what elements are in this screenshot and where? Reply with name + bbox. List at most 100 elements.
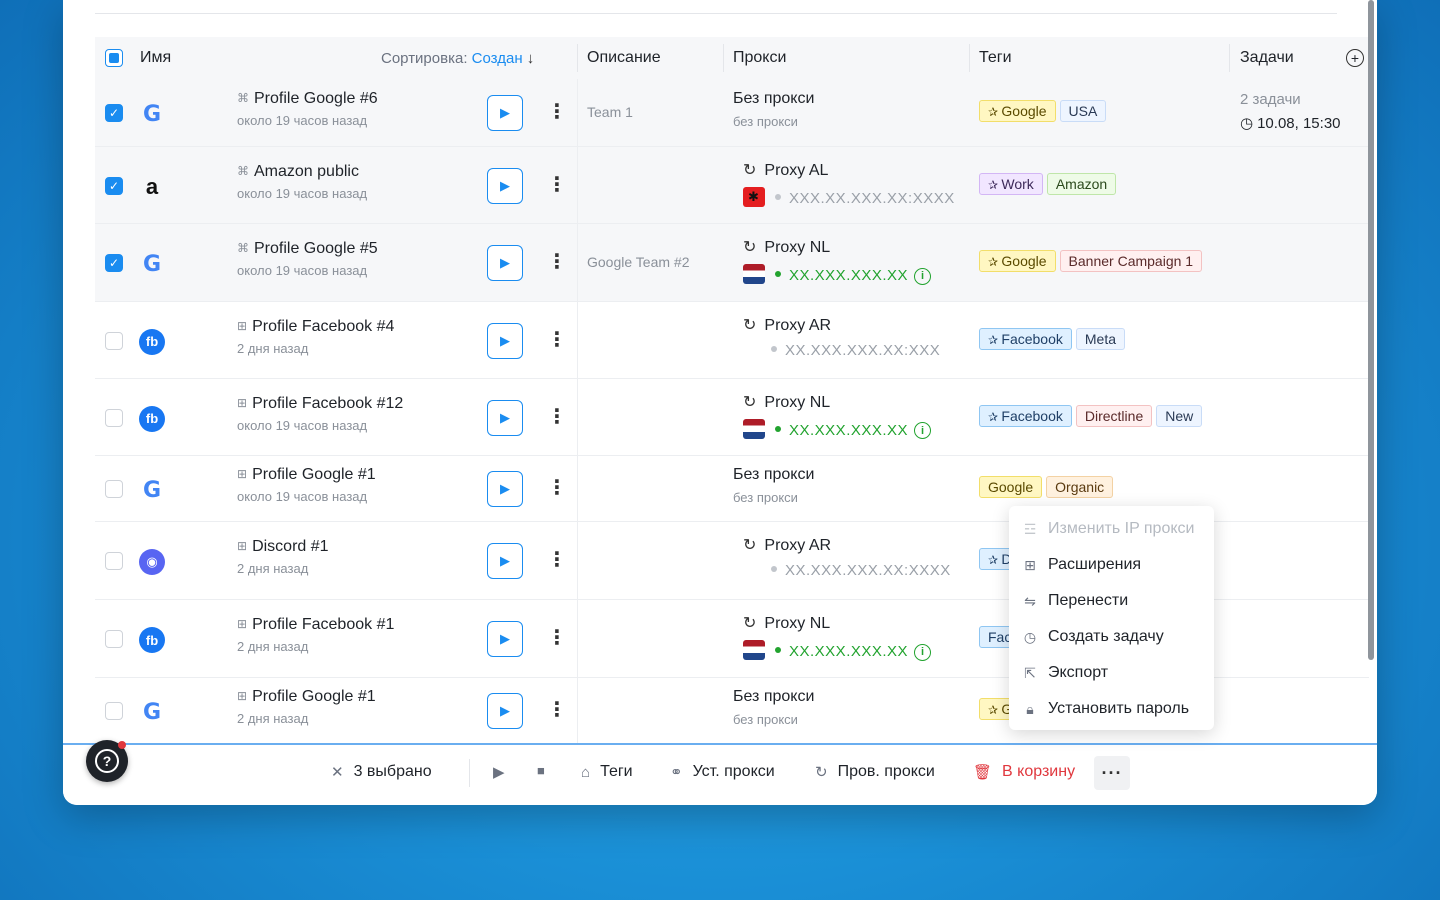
proxy-cell[interactable]: ↻ Proxy AR XX.XXX.XXX.XX:XXXX <box>743 535 951 580</box>
sort-value[interactable]: Создан <box>472 50 523 67</box>
proxy-cell[interactable]: ↻ Proxy AL XXX.XX.XXX.XX:XXXX <box>743 160 955 208</box>
refresh-icon[interactable]: ↻ <box>743 615 756 632</box>
table-row[interactable]: ✓ G ⌘ Profile Google #6 около 19 часов наз… <box>95 79 1369 147</box>
start-profile-button[interactable]: ▶ <box>487 95 523 131</box>
refresh-icon[interactable]: ↻ <box>743 317 756 334</box>
row-menu-icon[interactable]: ⋮ <box>547 628 567 648</box>
menu-item-transfer[interactable]: ⇋ Перенести <box>1009 583 1214 619</box>
table-row[interactable]: ✓ a ⌘ Amazon public около 19 часов назад ▶ ⋮… <box>95 147 1369 224</box>
profile-name[interactable]: Profile Google #1 <box>252 688 376 705</box>
more-actions-button[interactable]: ··· <box>1094 756 1130 790</box>
tasks-cell[interactable]: 2 задачи ◷ 10.08, 15:30 <box>1240 91 1341 132</box>
row-checkbox[interactable] <box>105 408 123 427</box>
table-row[interactable]: fb ⊞ Profile Facebook #4 2 дня назад ▶ ⋮ ↻ P… <box>95 302 1369 379</box>
row-checkbox[interactable]: ✓ <box>105 254 123 272</box>
bulk-stop-button[interactable]: ■ <box>537 763 545 778</box>
start-profile-button[interactable]: ▶ <box>487 621 523 657</box>
profile-name[interactable]: Profile Google #5 <box>254 240 378 257</box>
bulk-tags-button[interactable]: ⌂ Теги <box>581 763 633 781</box>
row-checkbox[interactable] <box>105 480 123 498</box>
start-profile-button[interactable]: ▶ <box>487 399 523 436</box>
sort-control[interactable]: Сортировка: Создан ↓ <box>381 37 534 79</box>
proxy-cell[interactable]: Без прокси без прокси <box>733 466 814 505</box>
bulk-start-button[interactable]: ▶ <box>493 763 505 781</box>
tag[interactable]: Facebook <box>979 404 1072 427</box>
row-checkbox[interactable]: ✓ <box>105 176 123 195</box>
row-menu-icon[interactable]: ⋮ <box>547 478 567 498</box>
start-profile-button[interactable]: ▶ <box>487 167 523 204</box>
row-checkbox[interactable]: ✓ <box>105 104 123 122</box>
clear-selection-button[interactable]: ✕ 3 выбрано <box>331 763 432 781</box>
header-description[interactable]: Описание <box>587 37 661 79</box>
refresh-icon[interactable]: ↻ <box>743 537 756 554</box>
bulk-check-proxy-button[interactable]: ↻ Пров. прокси <box>815 763 935 781</box>
row-menu-icon[interactable]: ⋮ <box>547 550 567 570</box>
select-all-checkbox[interactable] <box>105 49 123 67</box>
header-select-all[interactable] <box>105 37 123 79</box>
table-row[interactable]: fb ⊞ Profile Facebook #12 около 19 часов … <box>95 379 1369 456</box>
profile-name[interactable]: Profile Google #1 <box>252 466 376 483</box>
row-menu-icon[interactable]: ⋮ <box>547 407 567 427</box>
refresh-icon[interactable]: ↻ <box>743 394 756 411</box>
menu-item-clock[interactable]: ◷ Создать задачу <box>1009 619 1214 655</box>
row-checkbox[interactable] <box>105 552 123 570</box>
table-row[interactable]: ✓ G ⌘ Profile Google #5 около 19 часов наз… <box>95 224 1369 302</box>
profile-name[interactable]: Profile Google #6 <box>254 90 378 107</box>
start-profile-button[interactable]: ▶ <box>487 471 523 507</box>
profile-name[interactable]: Profile Facebook #1 <box>252 616 394 633</box>
menu-item-lock[interactable]: 🔒︎ Установить пароль <box>1009 691 1214 727</box>
header-name[interactable]: Имя <box>140 37 171 79</box>
proxy-cell[interactable]: ↻ Proxy AR XX.XXX.XXX.XX:XXX <box>743 315 940 360</box>
refresh-icon[interactable]: ↻ <box>743 162 756 179</box>
row-menu-icon[interactable]: ⋮ <box>547 252 567 272</box>
vertical-scrollbar[interactable] <box>1368 0 1374 660</box>
info-icon[interactable]: i <box>914 422 932 439</box>
row-menu-icon[interactable]: ⋮ <box>547 175 567 195</box>
start-profile-button[interactable]: ▶ <box>487 322 523 359</box>
bulk-trash-button[interactable]: 🗑︎ В корзину <box>973 763 1075 781</box>
profile-name[interactable]: Discord #1 <box>252 538 328 555</box>
info-icon[interactable]: i <box>914 267 932 285</box>
profile-name[interactable]: Amazon public <box>254 163 359 180</box>
tag[interactable]: Amazon <box>1046 172 1117 195</box>
proxy-cell[interactable]: ↻ Proxy NL XX.XXX.XXX.XX i <box>743 392 932 440</box>
tag[interactable]: Banner Campaign 1 <box>1059 250 1203 272</box>
tag[interactable]: Organic <box>1046 476 1114 498</box>
profile-name[interactable]: Profile Facebook #4 <box>252 318 394 335</box>
tag[interactable]: Meta <box>1075 327 1125 350</box>
header-tags[interactable]: Теги <box>979 37 1012 79</box>
tag[interactable]: Google <box>979 100 1056 122</box>
tag[interactable]: Work <box>979 172 1043 195</box>
proxy-cell[interactable]: Без прокси без прокси <box>733 90 814 129</box>
info-icon[interactable]: i <box>914 643 932 661</box>
profile-name[interactable]: Profile Facebook #12 <box>252 395 403 412</box>
start-profile-button[interactable]: ▶ <box>487 245 523 281</box>
tag[interactable]: Facebook <box>979 327 1072 350</box>
tag[interactable]: Google <box>979 250 1056 272</box>
row-menu-icon[interactable]: ⋮ <box>547 700 567 720</box>
bulk-set-proxy-button[interactable]: ⚭ Уст. прокси <box>670 763 775 781</box>
add-column-icon[interactable]: + <box>1346 49 1364 67</box>
proxy-cell[interactable]: Без прокси без прокси <box>733 688 814 727</box>
row-menu-icon[interactable]: ⋮ <box>547 330 567 350</box>
help-button[interactable]: ? <box>86 740 128 782</box>
sort-arrow-icon[interactable]: ↓ <box>527 50 535 67</box>
row-checkbox[interactable] <box>105 331 123 350</box>
tag[interactable]: USA <box>1059 100 1107 122</box>
tag[interactable]: Google <box>979 476 1043 498</box>
start-profile-button[interactable]: ▶ <box>487 693 523 729</box>
start-profile-button[interactable]: ▶ <box>487 543 523 579</box>
menu-item-extensions[interactable]: ⊞ Расширения <box>1009 547 1214 583</box>
tag[interactable]: New <box>1156 404 1203 427</box>
menu-item-export[interactable]: ⇱ Экспорт <box>1009 655 1214 691</box>
tag[interactable]: Directline <box>1075 404 1153 427</box>
header-tasks[interactable]: Задачи <box>1240 37 1294 79</box>
refresh-icon[interactable]: ↻ <box>743 239 756 256</box>
profile-created: 2 дня назад <box>237 639 309 654</box>
row-menu-icon[interactable]: ⋮ <box>547 102 567 122</box>
header-proxy[interactable]: Прокси <box>733 37 786 79</box>
row-checkbox[interactable] <box>105 702 123 720</box>
proxy-cell[interactable]: ↻ Proxy NL XX.XXX.XXX.XX i <box>743 613 932 661</box>
row-checkbox[interactable] <box>105 630 123 648</box>
proxy-cell[interactable]: ↻ Proxy NL XX.XXX.XXX.XX i <box>743 237 932 285</box>
